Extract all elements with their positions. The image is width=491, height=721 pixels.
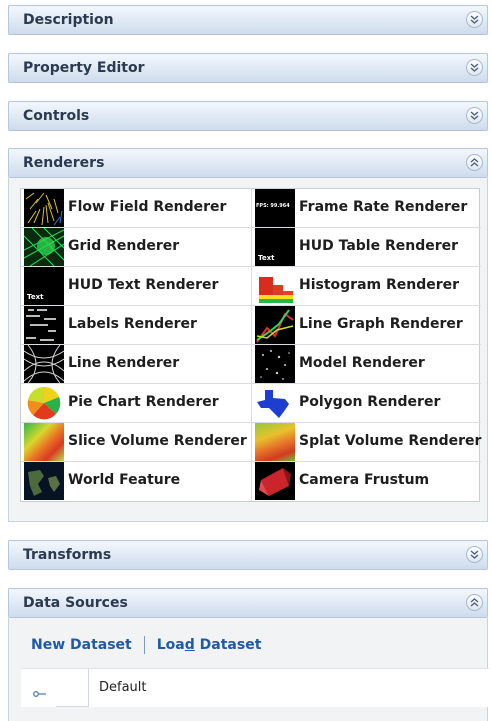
histogram-thumbnail (255, 267, 295, 305)
renderer-label: HUD Table Renderer (299, 238, 459, 254)
renderer-label: Line Graph Renderer (299, 316, 463, 332)
grid-renderer-item[interactable]: Grid Renderer (21, 228, 251, 267)
renderer-label: Frame Rate Renderer (299, 199, 468, 215)
hud-text-renderer-item[interactable]: Text HUD Text Renderer (21, 267, 251, 306)
camera-frustum-item[interactable]: Camera Frustum (251, 462, 481, 501)
data-sources-body: New Dataset Load Dataset Default (8, 618, 489, 721)
pie-chart-thumbnail (24, 384, 64, 422)
slice-volume-renderer-item[interactable]: Slice Volume Renderer (21, 423, 251, 462)
load-dataset-prefix: Loa (156, 637, 185, 653)
model-thumbnail (255, 345, 295, 383)
dataset-row-divider (56, 669, 89, 707)
renderer-label: Flow Field Renderer (68, 199, 227, 215)
camera-frustum-thumbnail (255, 462, 295, 500)
pie-chart-renderer-item[interactable]: Pie Chart Renderer (21, 384, 251, 423)
renderer-label: Labels Renderer (68, 316, 197, 332)
chevron-up-icon[interactable] (466, 594, 483, 611)
key-icon[interactable] (33, 683, 47, 702)
controls-header[interactable]: Controls (8, 101, 488, 131)
renderers-title: Renderers (23, 155, 105, 171)
labels-renderer-item[interactable]: Labels Renderer (21, 306, 251, 345)
renderers-header[interactable]: Renderers (8, 148, 488, 178)
chevron-down-icon[interactable] (466, 546, 483, 563)
frame-rate-thumbnail: FPS: 99.964 (255, 189, 295, 227)
hud-table-renderer-item[interactable]: Text HUD Table Renderer (251, 228, 481, 267)
line-thumbnail (24, 345, 64, 383)
hud-text-thumb-text: Text (27, 293, 44, 301)
chevron-down-icon[interactable] (466, 11, 483, 28)
splat-volume-thumbnail (255, 423, 295, 461)
polygon-renderer-item[interactable]: Polygon Renderer (251, 384, 481, 423)
renderer-label: Splat Volume Renderer (299, 433, 482, 449)
data-sources-panel: Data Sources New Dataset Load Dataset Def… (8, 588, 489, 721)
renderer-label: HUD Text Renderer (68, 277, 219, 293)
renderer-label: Camera Frustum (299, 472, 430, 488)
transforms-header[interactable]: Transforms (8, 540, 488, 570)
load-dataset-link[interactable]: Load Dataset (157, 637, 262, 653)
renderer-label: Pie Chart Renderer (68, 394, 219, 410)
grid-thumbnail (24, 228, 64, 266)
data-sources-header[interactable]: Data Sources (8, 588, 488, 618)
histogram-renderer-item[interactable]: Histogram Renderer (251, 267, 481, 306)
transforms-title: Transforms (23, 547, 112, 563)
description-title: Description (23, 12, 114, 28)
model-renderer-item[interactable]: Model Renderer (251, 345, 481, 384)
renderer-label: Polygon Renderer (299, 394, 441, 410)
dataset-name: Default (99, 680, 147, 695)
property-editor-title: Property Editor (23, 60, 145, 76)
renderer-label: World Feature (68, 472, 181, 488)
dataset-row[interactable]: Default (21, 668, 489, 707)
world-feature-item[interactable]: World Feature (21, 462, 251, 501)
new-dataset-link[interactable]: New Dataset (31, 637, 132, 653)
hud-table-thumb-text: Text (258, 254, 275, 262)
chevron-down-icon[interactable] (466, 107, 483, 124)
renderer-label: Line Renderer (68, 355, 180, 371)
frame-rate-renderer-item[interactable]: FPS: 99.964 Frame Rate Renderer (251, 189, 481, 228)
line-graph-renderer-item[interactable]: Line Graph Renderer (251, 306, 481, 345)
chevron-up-icon[interactable] (466, 154, 483, 171)
world-feature-thumbnail (24, 462, 64, 500)
description-header[interactable]: Description (8, 5, 488, 35)
labels-thumbnail (24, 306, 64, 344)
load-dataset-mnemonic: d (184, 637, 195, 653)
chevron-down-icon[interactable] (466, 59, 483, 76)
flow-field-renderer-item[interactable]: Flow Field Renderer (21, 189, 251, 228)
fps-text: FPS: 99.964 (256, 203, 290, 209)
hud-text-thumbnail: Text (24, 267, 64, 305)
renderer-label: Histogram Renderer (299, 277, 460, 293)
hud-table-thumbnail: Text (255, 228, 295, 266)
dataset-actions: New Dataset Load Dataset (31, 636, 261, 654)
load-dataset-suffix: Dataset (194, 637, 262, 653)
data-sources-title: Data Sources (23, 595, 128, 611)
polygon-thumbnail (255, 384, 295, 422)
controls-title: Controls (23, 108, 90, 124)
line-graph-thumbnail (255, 306, 295, 344)
renderer-label: Grid Renderer (68, 238, 180, 254)
property-editor-header[interactable]: Property Editor (8, 53, 488, 83)
link-divider (143, 636, 145, 654)
renderer-label: Model Renderer (299, 355, 425, 371)
renderers-body: Flow Field Renderer FPS: 99.964 Frame Ra… (8, 178, 488, 522)
renderers-panel: Renderers Flow Field Renderer FPS: 99.96… (8, 148, 488, 522)
flow-field-thumbnail (24, 189, 64, 227)
renderer-grid: Flow Field Renderer FPS: 99.964 Frame Ra… (20, 188, 481, 502)
line-renderer-item[interactable]: Line Renderer (21, 345, 251, 384)
splat-volume-renderer-item[interactable]: Splat Volume Renderer (251, 423, 481, 462)
renderer-label: Slice Volume Renderer (68, 433, 247, 449)
slice-volume-thumbnail (24, 423, 64, 461)
